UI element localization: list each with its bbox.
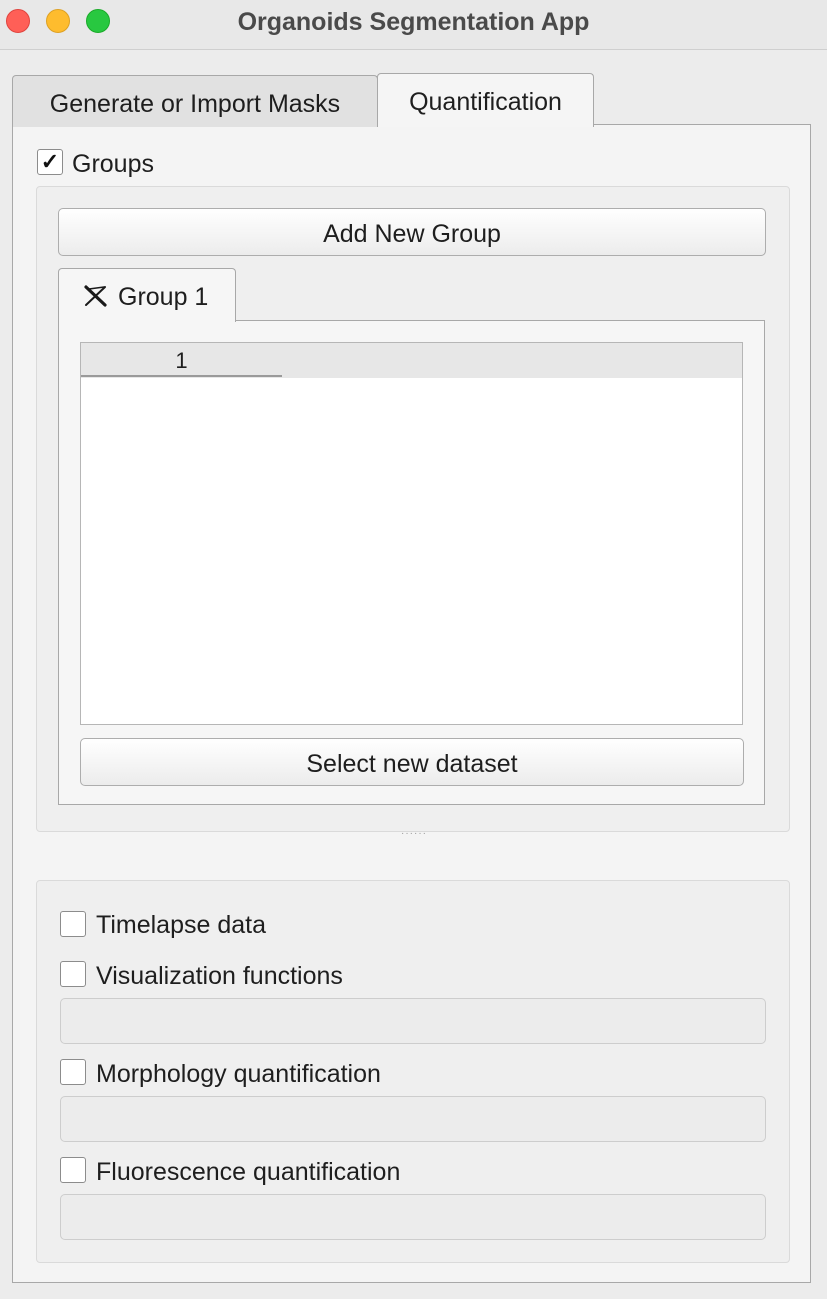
- add-new-group-button[interactable]: Add New Group: [58, 208, 766, 256]
- select-new-dataset-button[interactable]: Select new dataset: [80, 738, 744, 786]
- fluorescence-quantification-panel: [60, 1194, 766, 1240]
- close-icon[interactable]: [83, 284, 109, 308]
- splitter-handle[interactable]: ······: [398, 829, 430, 839]
- tab-quantification[interactable]: Quantification: [377, 73, 594, 127]
- tab-group-1[interactable]: Group 1: [58, 268, 236, 322]
- visualization-functions-label: Visualization functions: [96, 962, 343, 990]
- window-title: Organoids Segmentation App: [237, 8, 590, 36]
- groups-checkbox-label: Groups: [72, 150, 154, 178]
- fluorescence-quantification-label: Fluorescence quantification: [96, 1158, 401, 1186]
- morphology-quantification-checkbox[interactable]: [60, 1059, 86, 1085]
- morphology-quantification-label: Morphology quantification: [96, 1060, 381, 1088]
- timelapse-data-label: Timelapse data: [96, 911, 266, 939]
- groups-checkbox[interactable]: ✓: [37, 149, 63, 175]
- table-column-header[interactable]: 1: [81, 343, 282, 377]
- tab-generate-or-import-masks[interactable]: Generate or Import Masks: [12, 75, 378, 127]
- visualization-functions-panel: [60, 998, 766, 1044]
- morphology-quantification-panel: [60, 1096, 766, 1142]
- timelapse-data-checkbox[interactable]: [60, 911, 86, 937]
- visualization-functions-checkbox[interactable]: [60, 961, 86, 987]
- dataset-table[interactable]: [80, 342, 743, 725]
- fluorescence-quantification-checkbox[interactable]: [60, 1157, 86, 1183]
- tab-group-1-label: Group 1: [118, 283, 209, 311]
